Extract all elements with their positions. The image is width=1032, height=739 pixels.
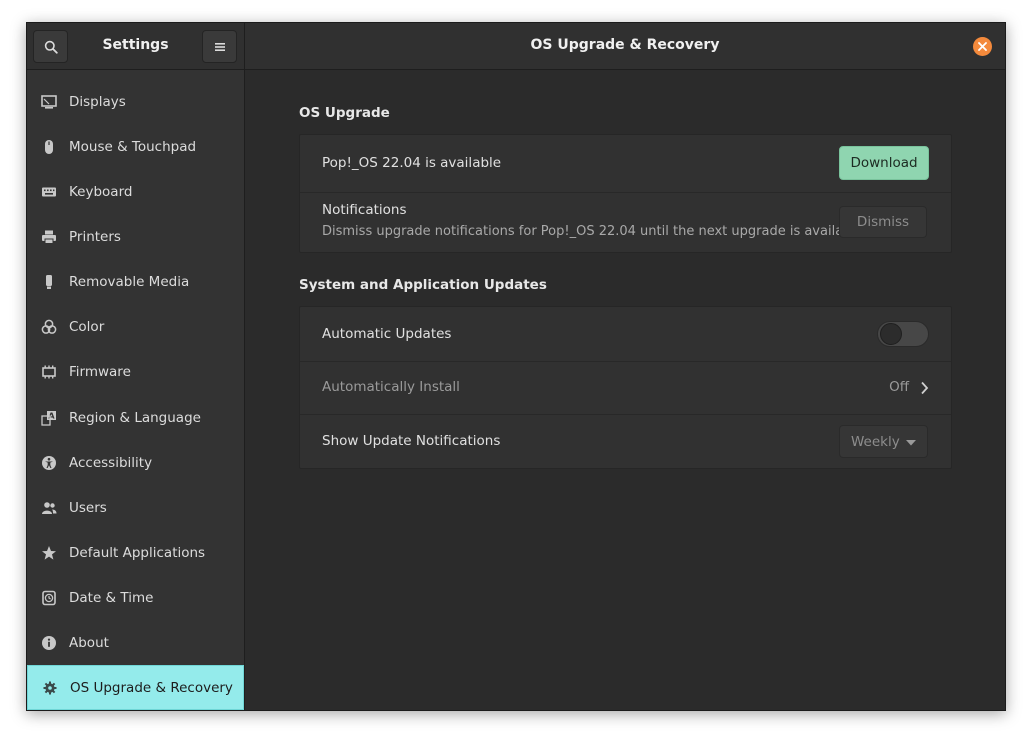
upgrade-available-row: Pop!_OS 22.04 is available Download — [300, 135, 951, 193]
sidebar-item-label: Date & Time — [69, 589, 154, 606]
select-value: Weekly — [851, 433, 900, 450]
users-icon — [41, 500, 57, 516]
sidebar: Displays Mouse & Touchpad Keyboard Print… — [27, 70, 245, 710]
usb-drive-icon — [41, 274, 57, 290]
automatically-install-row[interactable]: Automatically Install Off — [300, 362, 951, 415]
sidebar-item-displays[interactable]: Displays — [27, 79, 244, 124]
sidebar-item-label: About — [69, 634, 109, 651]
sidebar-item-label: Users — [69, 499, 107, 516]
sidebar-item-firmware[interactable]: Firmware — [27, 349, 244, 394]
updates-section-title: System and Application Updates — [299, 277, 547, 293]
automatic-updates-toggle[interactable] — [877, 321, 929, 347]
sidebar-item-label: OS Upgrade & Recovery — [70, 679, 233, 696]
automatic-updates-row: Automatic Updates — [300, 307, 951, 362]
sidebar-item-removable-media[interactable]: Removable Media — [27, 259, 244, 304]
caret-down-icon — [906, 440, 916, 446]
notifications-label: Notifications — [322, 202, 407, 218]
clock-icon — [41, 590, 57, 606]
color-icon — [41, 319, 57, 335]
sidebar-item-default-applications[interactable]: Default Applications — [27, 530, 244, 575]
sidebar-item-label: Color — [69, 318, 105, 335]
sidebar-item-label: Firmware — [69, 363, 131, 380]
display-icon — [41, 94, 57, 110]
upgrade-available-text: Pop!_OS 22.04 is available — [322, 155, 502, 171]
sidebar-item-about[interactable]: About — [27, 620, 244, 665]
content-header: OS Upgrade & Recovery — [245, 23, 1005, 70]
sidebar-item-label: Removable Media — [69, 273, 190, 290]
sidebar-item-mouse-touchpad[interactable]: Mouse & Touchpad — [27, 124, 244, 169]
mouse-icon — [41, 139, 57, 155]
sidebar-item-users[interactable]: Users — [27, 485, 244, 530]
sidebar-item-keyboard[interactable]: Keyboard — [27, 169, 244, 214]
sidebar-item-color[interactable]: Color — [27, 304, 244, 349]
menu-button[interactable] — [202, 30, 237, 63]
gear-icon — [42, 680, 58, 696]
page-title: OS Upgrade & Recovery — [530, 37, 720, 53]
keyboard-icon — [41, 184, 57, 200]
dismiss-button[interactable]: Dismiss — [839, 206, 927, 238]
close-button[interactable] — [973, 37, 992, 56]
sidebar-item-label: Accessibility — [69, 454, 153, 471]
sidebar-item-os-upgrade-recovery[interactable]: OS Upgrade & Recovery — [27, 665, 244, 710]
star-icon — [41, 545, 57, 561]
language-icon: A — [41, 410, 57, 426]
hamburger-icon — [214, 42, 225, 51]
update-notifications-frequency-select[interactable]: Weekly — [839, 425, 928, 458]
close-icon — [978, 42, 987, 51]
content-panel: OS Upgrade Pop!_OS 22.04 is available Do… — [245, 70, 1005, 710]
show-update-notifications-label: Show Update Notifications — [322, 433, 501, 449]
sidebar-item-printers[interactable]: Printers — [27, 214, 244, 259]
notifications-row: Notifications Dismiss upgrade notificati… — [300, 193, 951, 253]
sidebar-item-region-language[interactable]: A Region & Language — [27, 395, 244, 440]
download-button[interactable]: Download — [839, 146, 929, 180]
os-upgrade-section-title: OS Upgrade — [299, 105, 390, 121]
header-bar: Settings OS Upgrade & Recovery — [27, 23, 1005, 70]
sidebar-header: Settings — [27, 23, 245, 70]
info-icon — [41, 635, 57, 651]
sidebar-item-label: Printers — [69, 228, 121, 245]
sidebar-item-label: Region & Language — [69, 409, 201, 426]
sidebar-item-date-time[interactable]: Date & Time — [27, 575, 244, 620]
automatically-install-value: Off — [889, 379, 909, 395]
sidebar-item-accessibility[interactable]: Accessibility — [27, 440, 244, 485]
settings-window: Settings OS Upgrade & Recovery Displays … — [26, 22, 1006, 711]
automatic-updates-label: Automatic Updates — [322, 326, 452, 342]
toggle-knob — [880, 323, 902, 345]
updates-card: Automatic Updates Automatically Install … — [299, 306, 952, 469]
automatically-install-label: Automatically Install — [322, 379, 460, 395]
accessibility-icon — [41, 455, 57, 471]
sidebar-item-label: Keyboard — [69, 183, 133, 200]
notifications-description: Dismiss upgrade notifications for Pop!_O… — [322, 224, 868, 239]
sidebar-item-label: Mouse & Touchpad — [69, 138, 197, 155]
printer-icon — [41, 229, 57, 245]
show-update-notifications-row: Show Update Notifications Weekly — [300, 415, 951, 469]
chip-icon — [41, 364, 57, 380]
sidebar-item-label: Default Applications — [69, 544, 206, 561]
sidebar-item-label: Displays — [69, 93, 126, 110]
chevron-right-icon — [921, 381, 929, 395]
os-upgrade-card: Pop!_OS 22.04 is available Download Noti… — [299, 134, 952, 253]
